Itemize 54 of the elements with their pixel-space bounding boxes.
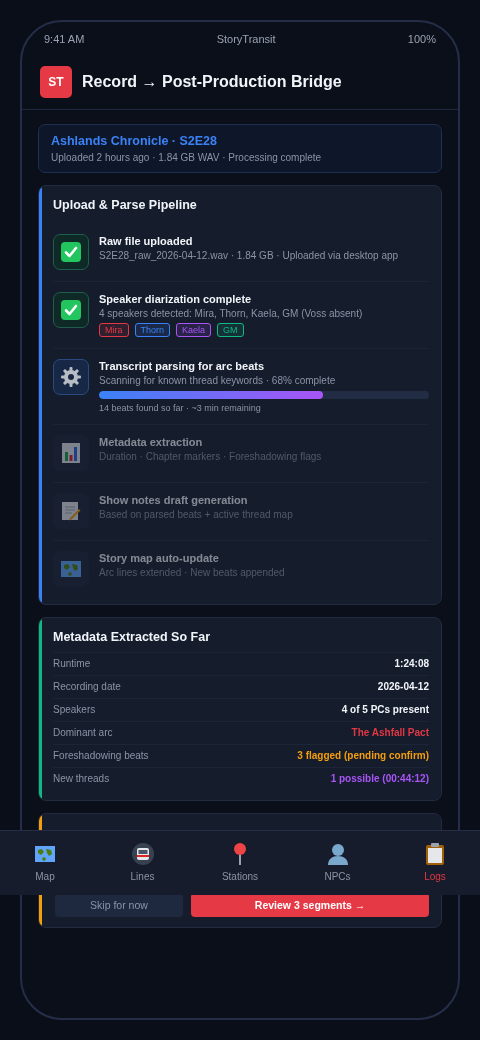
map-icon [34,845,56,863]
metadata-label: Foreshadowing beats [53,750,149,761]
clock-time: 9:41 AM [44,33,85,47]
step-title: Story map auto-update [99,552,220,564]
metadata-label: Runtime [53,658,91,669]
metadata-label: Speakers [53,704,96,715]
step-title: Raw file uploaded [99,235,194,247]
checkmark-icon [60,299,82,321]
speaker-tag: GM [217,323,244,337]
metadata-value: The Ashfall Pact [351,727,429,738]
review-button[interactable]: Review 3 segments → [191,893,429,917]
card-title: Upload & Parse Pipeline [53,198,198,212]
checkmark-icon [60,241,82,263]
nav-tab[interactable]: Lines [113,841,172,895]
progress-note: 14 beats found so far · ~3 min remaining [99,403,262,413]
clipboard-icon [425,842,445,866]
speaker-tag: Thorn [134,323,170,337]
pin-icon [231,842,249,866]
step-title: Transcript parsing for arc beats [99,360,266,372]
nav-tab[interactable]: NPCs [308,841,367,895]
speaker-tag: Mira [99,323,129,337]
metadata-value: 2026-04-12 [377,681,429,692]
step-detail: S2E28_raw_2026-04-12.wav · 1.84 GB · Uploaded via desktop app [99,250,400,261]
skip-button[interactable]: Skip for now [55,893,183,917]
metadata-value: 3 flagged (pending confirm) [297,750,429,761]
bar-chart-icon [61,442,81,464]
metadata-label: Dominant arc [53,727,113,738]
speaker-tag: Kaela [176,323,212,337]
nav-tab[interactable]: Map [16,841,74,895]
notepad-pencil-icon [61,501,81,521]
step-title: Speaker diarization complete [99,293,253,305]
map-icon [60,560,82,578]
step-title: Metadata extraction [99,436,204,448]
nav-tab[interactable]: Stations [211,841,269,895]
nav-tab[interactable]: Logs [406,841,464,895]
step-detail: 4 speakers detected: Mira, Thorn, Kaela, GM (Voss absent) [99,308,364,319]
battery-level: 100% [407,33,436,47]
metadata-label: Recording date [53,681,121,692]
metadata-value: 1:24:08 [394,658,429,669]
episode-title: Ashlands Chronicle · S2E28 [51,134,219,148]
step-detail: Duration · Chapter markers · Foreshadowing flags [99,451,323,462]
person-icon [325,842,350,866]
metadata-value: 4 of 5 PCs present [341,704,429,715]
step-detail: Scanning for known thread keywords · 68% complete [99,375,337,386]
step-detail: Arc lines extended · New beats appended [99,567,286,578]
step-title: Show notes draft generation [99,494,249,506]
app-name: StoryTransit [216,33,276,47]
metadata-value: 1 possible (00:44:12) [330,773,429,784]
app-logo: ST [40,66,72,98]
card-title: Metadata Extracted So Far [53,630,211,644]
metadata-label: New threads [53,773,110,784]
page-title: Record → Post-Production Bridge [82,73,342,91]
bus-icon [130,842,155,866]
episode-subtitle: Uploaded 2 hours ago · 1.84 GB WAV · Processing complete [51,152,323,163]
